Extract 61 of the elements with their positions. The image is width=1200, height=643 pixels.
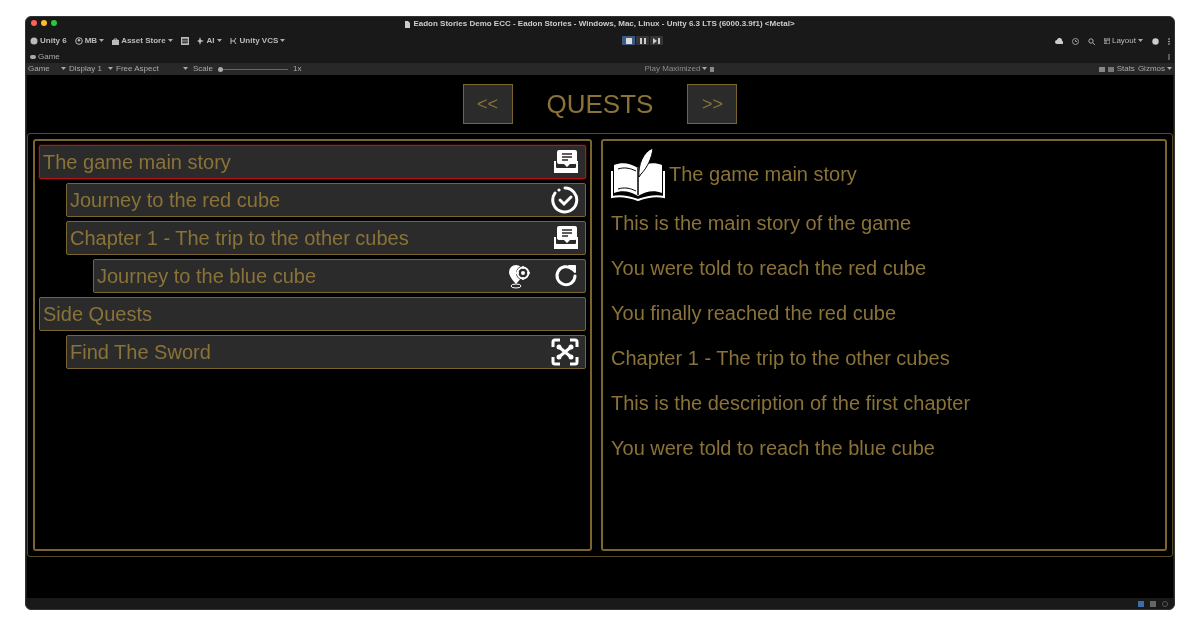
caret-icon [167, 39, 173, 43]
help-icon[interactable] [1152, 37, 1159, 45]
window-title: Eadon Stories Demo ECC - Eadon Stories - Windows, Mac, Linux - Unity 6.3 LTS (6000.3.9f1) <Metal> [413, 18, 795, 30]
toolbar-button[interactable]: AI [196, 35, 222, 47]
playback-button[interactable] [650, 36, 663, 45]
toolbar-button[interactable]: Unity 6 [30, 35, 67, 47]
aspect-dropdown[interactable]: Free Aspect [116, 63, 188, 75]
check-circle-icon [551, 186, 579, 214]
caret-icon [216, 39, 222, 43]
pause-icon [639, 37, 646, 44]
minimize-window-icon[interactable] [41, 20, 47, 26]
playback-button[interactable] [636, 36, 649, 45]
search-icon[interactable] [1087, 37, 1095, 45]
stop-icon [625, 37, 632, 44]
details-text: This is the description of the first chapter [611, 391, 972, 415]
map-pin-target-icon [507, 263, 533, 289]
details-text: This is the main story of the game [611, 211, 913, 235]
slider-thumb[interactable] [218, 66, 223, 72]
caret-icon [61, 67, 66, 71]
step-icon [653, 37, 660, 44]
toolbar-button[interactable]: Unity VCS [229, 35, 286, 47]
document-icon [405, 20, 411, 28]
caret-icon [108, 67, 113, 71]
gizmos-dropdown[interactable]: Gizmos [1137, 63, 1172, 75]
details-text: You were told to reach the red cube [611, 256, 928, 280]
cloud-icon[interactable] [1054, 38, 1063, 44]
details-text: You finally reached the red cube [611, 301, 898, 325]
caret-icon [1138, 39, 1143, 43]
scale-label: Scale [193, 63, 213, 75]
view-dropdown[interactable]: Game [28, 63, 66, 75]
details-text: You were told to reach the blue cube [611, 436, 936, 460]
message-tray-icon [553, 225, 579, 251]
toolbar-button[interactable]: MB [74, 35, 105, 47]
details-title: The game main story [669, 162, 857, 187]
scale-value: 1x [293, 63, 302, 75]
game-tab[interactable]: Game [30, 51, 60, 63]
layout-dropdown[interactable]: Layout [1103, 35, 1143, 47]
caret-icon [99, 39, 105, 43]
sparkle-icon [196, 37, 205, 45]
gamepad-icon [30, 55, 36, 59]
close-window-icon[interactable] [31, 20, 37, 26]
scan-icon [551, 338, 579, 366]
menu-button[interactable] [180, 37, 189, 45]
stats-button[interactable]: Stats [1116, 63, 1135, 75]
details-text: Chapter 1 - The trip to the other cubes [611, 346, 951, 370]
playback-button[interactable] [622, 36, 635, 45]
message-tray-icon [553, 149, 579, 175]
caret-icon [183, 67, 188, 71]
zoom-window-icon[interactable] [51, 20, 57, 26]
refresh-icon [553, 263, 579, 289]
play-mode-dropdown[interactable]: Play Maximized [644, 63, 708, 75]
book-quill-icon [611, 147, 665, 201]
caret-icon [1167, 67, 1172, 71]
bag-icon [112, 37, 120, 45]
caret-icon [280, 39, 286, 43]
toolbar-button[interactable]: Asset Store [112, 35, 173, 47]
display-dropdown[interactable]: Display 1 [69, 63, 113, 75]
caret-icon [702, 67, 708, 71]
cube-icon [30, 37, 38, 45]
history-icon[interactable] [1071, 37, 1079, 45]
screen-title: QUESTS [546, 87, 654, 121]
